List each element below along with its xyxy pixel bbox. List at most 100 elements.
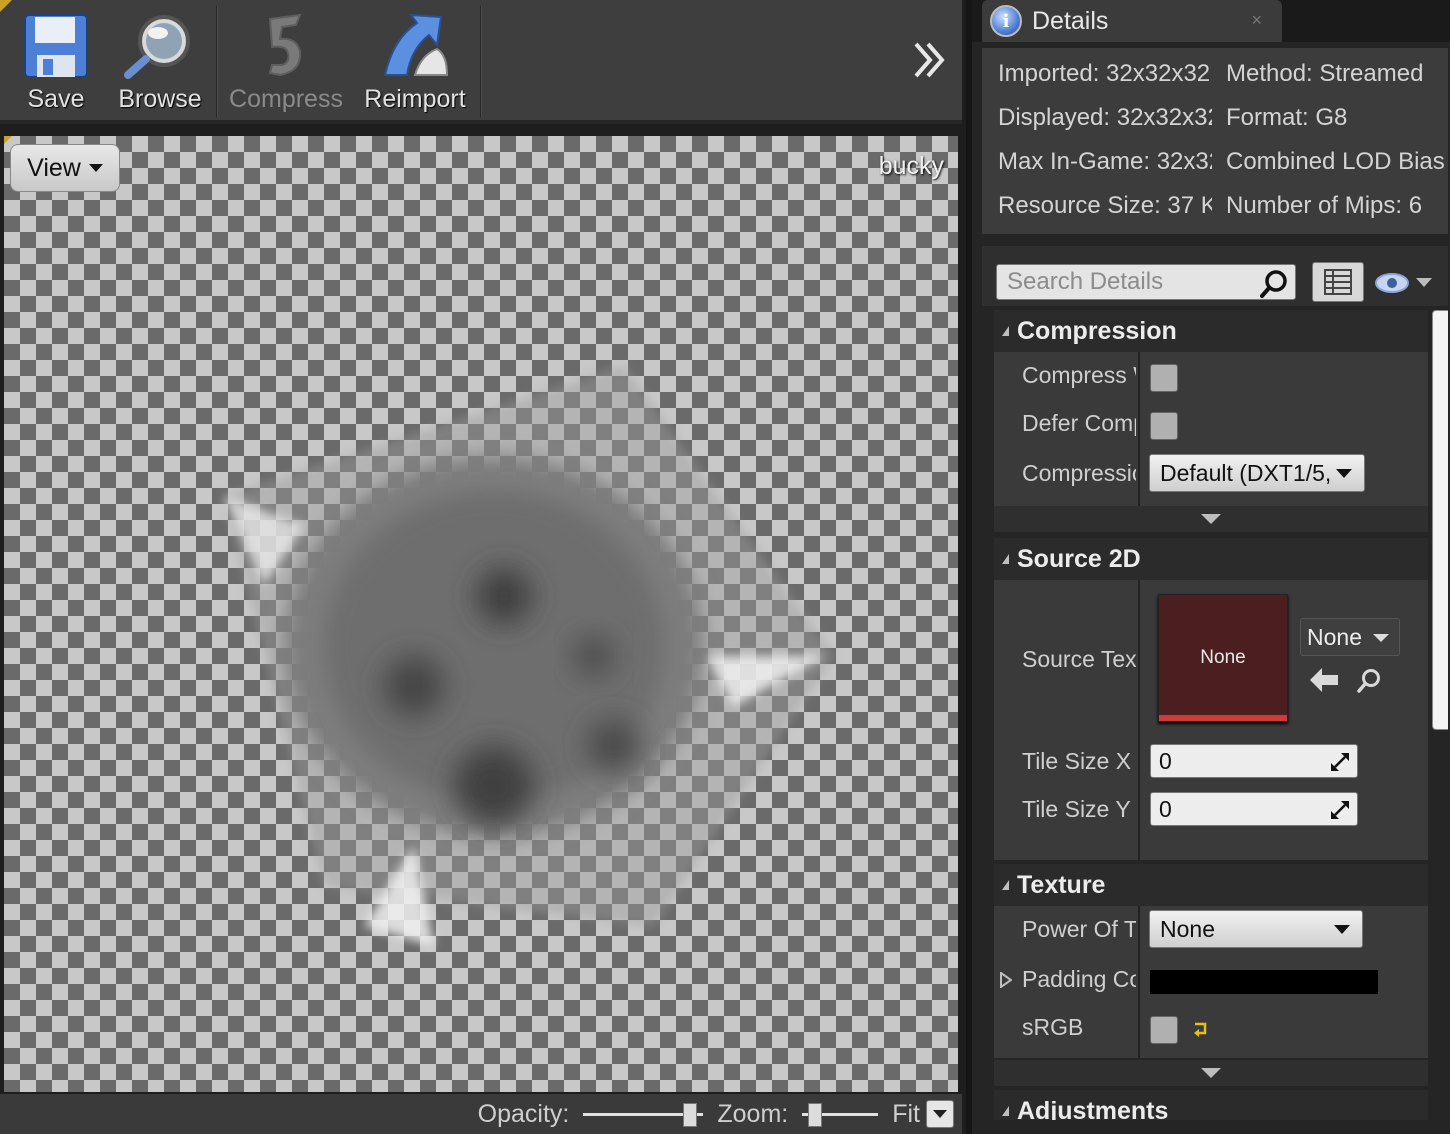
browse-asset-icon[interactable] — [1356, 668, 1382, 694]
chevron-down-icon — [933, 1110, 947, 1118]
category-title: Texture — [1017, 870, 1106, 899]
info-resource-size: Resource Size: 37 K — [998, 192, 1212, 219]
reset-to-default-icon[interactable] — [1192, 1020, 1210, 1038]
double-chevron-right-icon[interactable] — [912, 38, 948, 82]
grid-icon — [1324, 269, 1352, 295]
fit-label: Fit — [892, 1099, 920, 1128]
texture-viewport[interactable]: View bucky — [4, 136, 958, 1092]
property-label: Power Of Two Mode — [1022, 916, 1136, 942]
property-label: sRGB — [1022, 1014, 1084, 1040]
reimport-label: Reimport — [364, 85, 466, 113]
tab-details[interactable]: i Details × — [982, 0, 1282, 42]
details-tab-title: Details — [1032, 6, 1109, 35]
texture-editor-area: Save Browse Compress Reimport View bucky… — [0, 0, 966, 1134]
fit-dropdown-button[interactable] — [926, 1100, 954, 1128]
chevron-down-icon — [88, 164, 103, 172]
eye-icon — [1375, 273, 1409, 293]
texture-properties: Power Of Two Mode None Padding Color sRG… — [994, 906, 1428, 1058]
opacity-slider-handle[interactable] — [683, 1103, 698, 1127]
input-value: 0 — [1159, 796, 1172, 822]
details-search-row: Search Details — [982, 246, 1448, 306]
resize-arrows-icon — [1331, 801, 1349, 819]
chevron-down-icon — [1373, 634, 1389, 642]
info-number-of-mips: Number of Mips: 6 — [1226, 192, 1423, 219]
save-button[interactable]: Save — [14, 6, 98, 118]
advanced-expander[interactable] — [994, 506, 1428, 532]
search-placeholder: Search Details — [1007, 268, 1164, 295]
collapse-triangle-icon — [1002, 326, 1009, 336]
source-2d-properties: Source Texture None None Tile Size X 0 — [994, 580, 1428, 860]
reimport-button[interactable]: Reimport — [362, 6, 468, 118]
property-label: Compress Without Alpha — [1022, 362, 1136, 388]
info-max-in-game: Max In-Game: 32x32 — [998, 148, 1212, 175]
padding-color-swatch[interactable] — [1150, 970, 1378, 994]
advanced-expander[interactable] — [994, 1060, 1428, 1086]
asset-value: None — [1307, 624, 1362, 650]
expand-arrow-icon — [1201, 514, 1221, 524]
browse-button[interactable]: Browse — [112, 6, 208, 118]
save-label: Save — [27, 85, 85, 113]
view-menu-button[interactable]: View — [10, 144, 120, 192]
asset-name-label: bucky — [878, 152, 944, 180]
source-texture-thumbnail[interactable]: None — [1158, 594, 1288, 722]
opacity-slider[interactable] — [583, 1103, 704, 1127]
source-texture-asset-picker[interactable]: None — [1300, 618, 1400, 656]
view-label: View — [27, 153, 81, 182]
compress-without-alpha-checkbox[interactable] — [1150, 364, 1178, 392]
zoom-label: Zoom: — [717, 1099, 789, 1128]
tile-size-x-input[interactable]: 0 — [1150, 744, 1358, 778]
category-texture[interactable]: Texture — [994, 864, 1428, 906]
details-scrollbar[interactable] — [1432, 310, 1448, 730]
expand-arrow-icon — [1201, 1068, 1221, 1078]
property-matrix-button[interactable] — [1312, 262, 1364, 302]
property-label: Compression Settings — [1022, 460, 1136, 486]
category-source-2d[interactable]: Source 2D — [994, 538, 1428, 580]
opacity-label: Opacity: — [477, 1099, 570, 1128]
toolbar-corner-marker — [0, 0, 12, 12]
property-row: Padding Color — [994, 958, 1428, 1006]
resize-arrows-icon — [1331, 753, 1349, 771]
property-row: Power Of Two Mode None — [994, 908, 1428, 956]
expand-triangle-icon[interactable] — [1000, 972, 1012, 988]
category-title: Compression — [1017, 316, 1177, 345]
property-label: Defer Compression — [1022, 410, 1136, 436]
chevron-down-icon — [1416, 278, 1432, 287]
info-method: Method: Streamed — [1226, 60, 1424, 87]
category-title: Adjustments — [1017, 1096, 1169, 1121]
category-compression[interactable]: Compression — [994, 310, 1428, 352]
details-tabbar: i Details × — [972, 0, 1450, 42]
search-icon — [1260, 270, 1287, 298]
category-adjustments[interactable]: Adjustments — [994, 1090, 1428, 1120]
compression-settings-dropdown[interactable]: Default (DXT1/5, — [1149, 454, 1365, 492]
toolbar-separator — [216, 6, 218, 118]
close-icon[interactable]: × — [1251, 10, 1262, 31]
info-format: Format: G8 — [1226, 104, 1348, 131]
category-title: Source 2D — [1017, 544, 1141, 573]
property-row: Compression Settings Default (DXT1/5, — [994, 452, 1428, 500]
collapse-triangle-icon — [1002, 1106, 1009, 1116]
view-options-button[interactable] — [1374, 266, 1438, 300]
property-row: Tile Size X 0 — [994, 740, 1428, 788]
power-of-two-mode-dropdown[interactable]: None — [1149, 910, 1363, 948]
dropdown-value: Default (DXT1/5, — [1160, 459, 1332, 486]
magnifier-globe-icon — [124, 15, 190, 79]
volume-texture-preview — [224, 366, 834, 946]
chevron-down-icon — [1334, 925, 1350, 934]
collapse-triangle-icon — [1002, 554, 1009, 564]
property-row: Tile Size Y 0 — [994, 788, 1428, 836]
property-label: Padding Color — [1022, 966, 1136, 992]
defer-compression-checkbox[interactable] — [1150, 412, 1178, 440]
zoom-mode-selector[interactable]: Fit — [892, 1100, 954, 1129]
zoom-slider-handle[interactable] — [808, 1103, 823, 1127]
browse-label: Browse — [118, 85, 202, 113]
search-details-input[interactable]: Search Details — [996, 264, 1296, 300]
viewport-statusbar: Opacity: Zoom: Fit — [0, 1094, 962, 1134]
use-selected-arrow-icon[interactable] — [1310, 668, 1338, 692]
srgb-checkbox[interactable] — [1150, 1016, 1178, 1044]
compress-button[interactable]: Compress — [229, 6, 343, 118]
thumbnail-text: None — [1200, 647, 1246, 668]
property-label: Tile Size Y — [1022, 796, 1131, 822]
zoom-slider[interactable] — [802, 1103, 879, 1127]
chevron-down-icon — [1336, 469, 1352, 478]
tile-size-y-input[interactable]: 0 — [1150, 792, 1358, 826]
